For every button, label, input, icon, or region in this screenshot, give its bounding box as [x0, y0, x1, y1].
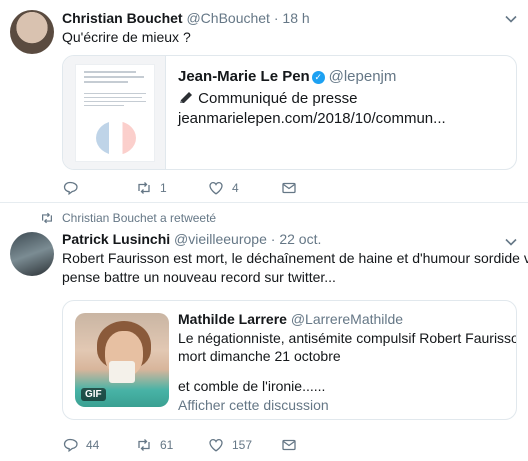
chevron-down-icon[interactable] [504, 235, 518, 249]
envelope-icon [282, 439, 296, 451]
tweet-text: Robert Faurisson est mort, le déchaîneme… [62, 249, 528, 287]
direct-message-button[interactable] [281, 437, 297, 453]
reply-button[interactable] [62, 180, 86, 196]
quoted-tweet-card[interactable]: GIF Mathilde Larrere @LarrereMathilde Le… [62, 300, 517, 420]
envelope-icon [282, 182, 296, 194]
author-handle[interactable]: @vieilleeurope [174, 231, 267, 247]
card-author-name[interactable]: Jean-Marie Le Pen [178, 68, 310, 85]
timestamp[interactable]: 22 oct. [279, 231, 321, 247]
card-link[interactable]: jeanmarielepen.com/2018/10/commun... [178, 109, 446, 128]
like-button[interactable]: 4 [208, 180, 239, 196]
pen-icon [180, 92, 192, 103]
tweet-text-line: pense battre un nouveau record sur twitt… [62, 269, 336, 285]
separator: · [273, 10, 279, 26]
card-text-line: et comble de l'ironie...... [178, 378, 326, 394]
tweet-text-line: Robert Faurisson est mort, le déchaîneme… [62, 250, 528, 266]
card-text-line: Communiqué de presse [198, 90, 358, 107]
card-text-line: mort dimanche 21 octobre [178, 348, 341, 364]
card-author-name[interactable]: Mathilde Larrere [178, 311, 287, 327]
retweet-button[interactable]: 61 [136, 437, 173, 453]
card-header: Jean-Marie Le Pen ✓ @lepenjm [178, 68, 396, 85]
card-text: Communiqué de presse [178, 89, 357, 108]
like-button[interactable]: 157 [208, 437, 252, 453]
card-author-handle[interactable]: @LarrereMathilde [291, 311, 403, 327]
retweet-icon [138, 182, 150, 194]
author-name[interactable]: Patrick Lusinchi [62, 231, 170, 247]
card-author-handle[interactable]: @lepenjm [329, 68, 397, 85]
card-header: Mathilde Larrere @LarrereMathilde [178, 311, 403, 327]
reply-icon [63, 181, 78, 196]
heart-icon [209, 438, 223, 452]
tweet-text: Qu'écrire de mieux ? [62, 29, 191, 45]
document-thumbnail [63, 56, 166, 169]
heart-icon [209, 181, 223, 195]
retweet-context: Christian Bouchet a retweeté [40, 211, 216, 225]
retweet-count: 1 [160, 181, 167, 195]
like-count: 157 [232, 438, 253, 452]
gif-badge: GIF [81, 388, 106, 401]
author-name[interactable]: Christian Bouchet [62, 10, 183, 26]
card-text-line: Le négationniste, antisémite compulsif R… [178, 330, 517, 346]
show-thread-link[interactable]: Afficher cette discussion [178, 397, 329, 413]
avatar[interactable] [10, 10, 54, 54]
reply-count: 44 [86, 438, 100, 452]
verified-badge-icon: ✓ [311, 71, 325, 84]
avatar[interactable] [10, 232, 54, 276]
reply-button[interactable]: 44 [62, 437, 99, 453]
retweet-button[interactable]: 1 [136, 180, 167, 196]
chevron-down-icon[interactable] [504, 12, 518, 26]
timestamp[interactable]: 18 h [282, 10, 309, 26]
retweet-count: 61 [160, 438, 174, 452]
retweeted-by-label[interactable]: Christian Bouchet a retweeté [62, 211, 216, 225]
reply-icon [63, 438, 78, 453]
like-count: 4 [232, 181, 239, 195]
tweet-header: Christian Bouchet @ChBouchet · 18 h [62, 10, 310, 26]
author-handle[interactable]: @ChBouchet [186, 10, 269, 26]
direct-message-button[interactable] [281, 180, 297, 196]
tweet-christian-bouchet[interactable]: Christian Bouchet @ChBouchet · 18 h Qu'é… [0, 0, 528, 203]
retweet-icon [138, 439, 150, 451]
tweet-header: Patrick Lusinchi @vieilleeurope · 22 oct… [62, 231, 321, 247]
document-preview-image [75, 64, 155, 162]
retweet-icon [42, 212, 52, 224]
tweet-patrick-lusinchi[interactable]: Christian Bouchet a retweeté Patrick Lus… [0, 203, 528, 461]
gif-thumbnail[interactable]: GIF [75, 313, 169, 407]
quoted-tweet-card[interactable]: Jean-Marie Le Pen ✓ @lepenjm Communiqué d… [62, 55, 517, 170]
separator: · [270, 231, 276, 247]
